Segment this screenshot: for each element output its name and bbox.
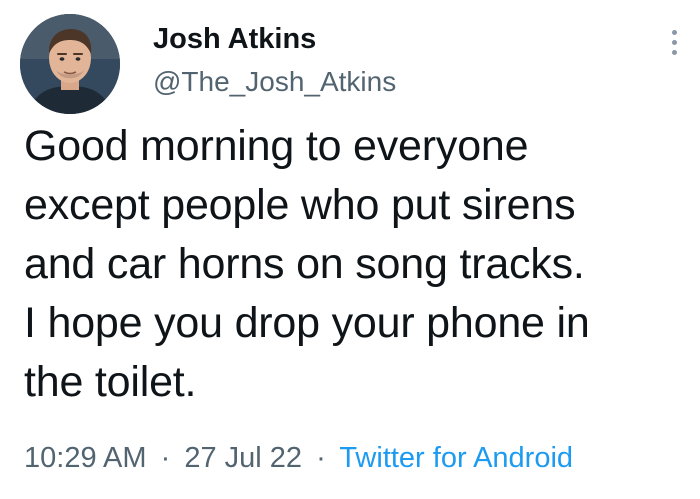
tweet-source-link[interactable]: Twitter for Android	[339, 442, 573, 474]
display-name[interactable]: Josh Atkins	[153, 22, 396, 56]
tweet-text-line: the toilet.	[24, 358, 197, 406]
vertical-ellipsis-icon	[671, 39, 677, 45]
meta-separator: ·	[160, 442, 171, 474]
tweet-text-line: except people who put sirens	[24, 181, 576, 229]
more-options-button[interactable]	[664, 20, 684, 64]
vertical-ellipsis-icon	[671, 49, 677, 55]
tweet-date[interactable]: 27 Jul 22	[184, 442, 302, 474]
tweet-card: Josh Atkins @The_Josh_Atkins Good mornin…	[0, 0, 700, 499]
meta-separator: ·	[316, 442, 326, 474]
tweet-text-line: Good morning to everyone	[24, 122, 529, 170]
user-handle[interactable]: @The_Josh_Atkins	[153, 65, 396, 99]
avatar[interactable]	[20, 14, 120, 114]
tweet-text-line: and car horns on song tracks.	[24, 240, 585, 288]
user-names: Josh Atkins @The_Josh_Atkins	[153, 22, 396, 99]
vertical-ellipsis-icon	[671, 29, 677, 35]
tweet-text-line: I hope you drop your phone in	[24, 299, 590, 347]
tweet-header: Josh Atkins @The_Josh_Atkins	[20, 14, 680, 114]
tweet-text: Good morning to everyone except people w…	[24, 117, 684, 412]
tweet-time[interactable]: 10:29 AM	[24, 442, 147, 474]
avatar-photo	[20, 14, 120, 114]
tweet-meta: 10:29 AM · 27 Jul 22 · Twitter for Andro…	[24, 440, 573, 476]
